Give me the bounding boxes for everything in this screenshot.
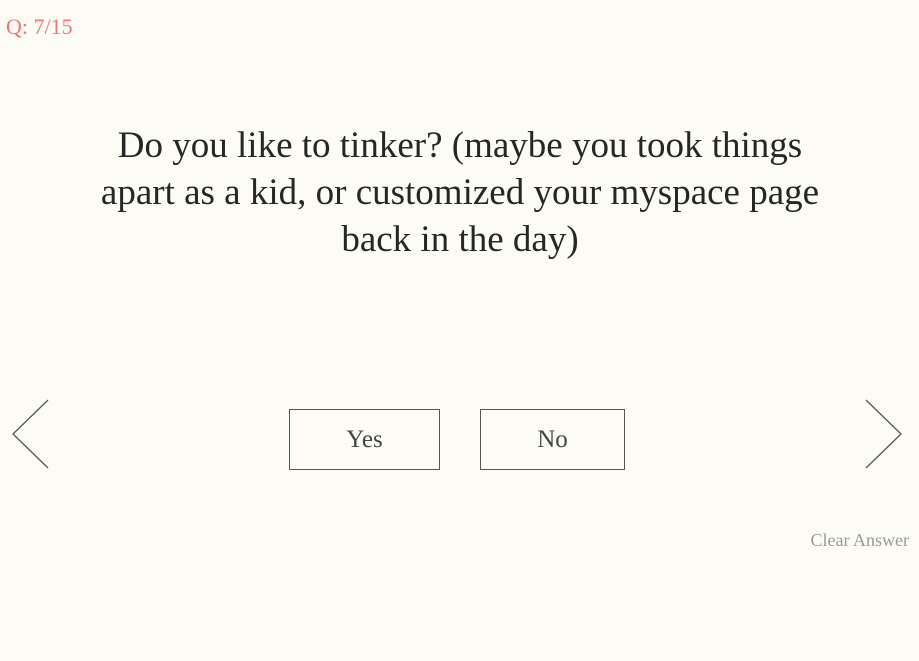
chevron-right-icon [865,399,902,469]
clear-answer-link[interactable]: Clear Answer [811,530,909,551]
question-counter: Q: 7/15 [6,14,73,39]
next-question-button[interactable] [864,398,904,472]
question-text: Do you like to tinker? (maybe you took t… [100,125,820,260]
chevron-left-icon [12,399,49,469]
answer-no-button[interactable]: No [480,409,625,470]
answer-yes-button[interactable]: Yes [289,409,440,470]
previous-question-button[interactable] [10,398,50,472]
